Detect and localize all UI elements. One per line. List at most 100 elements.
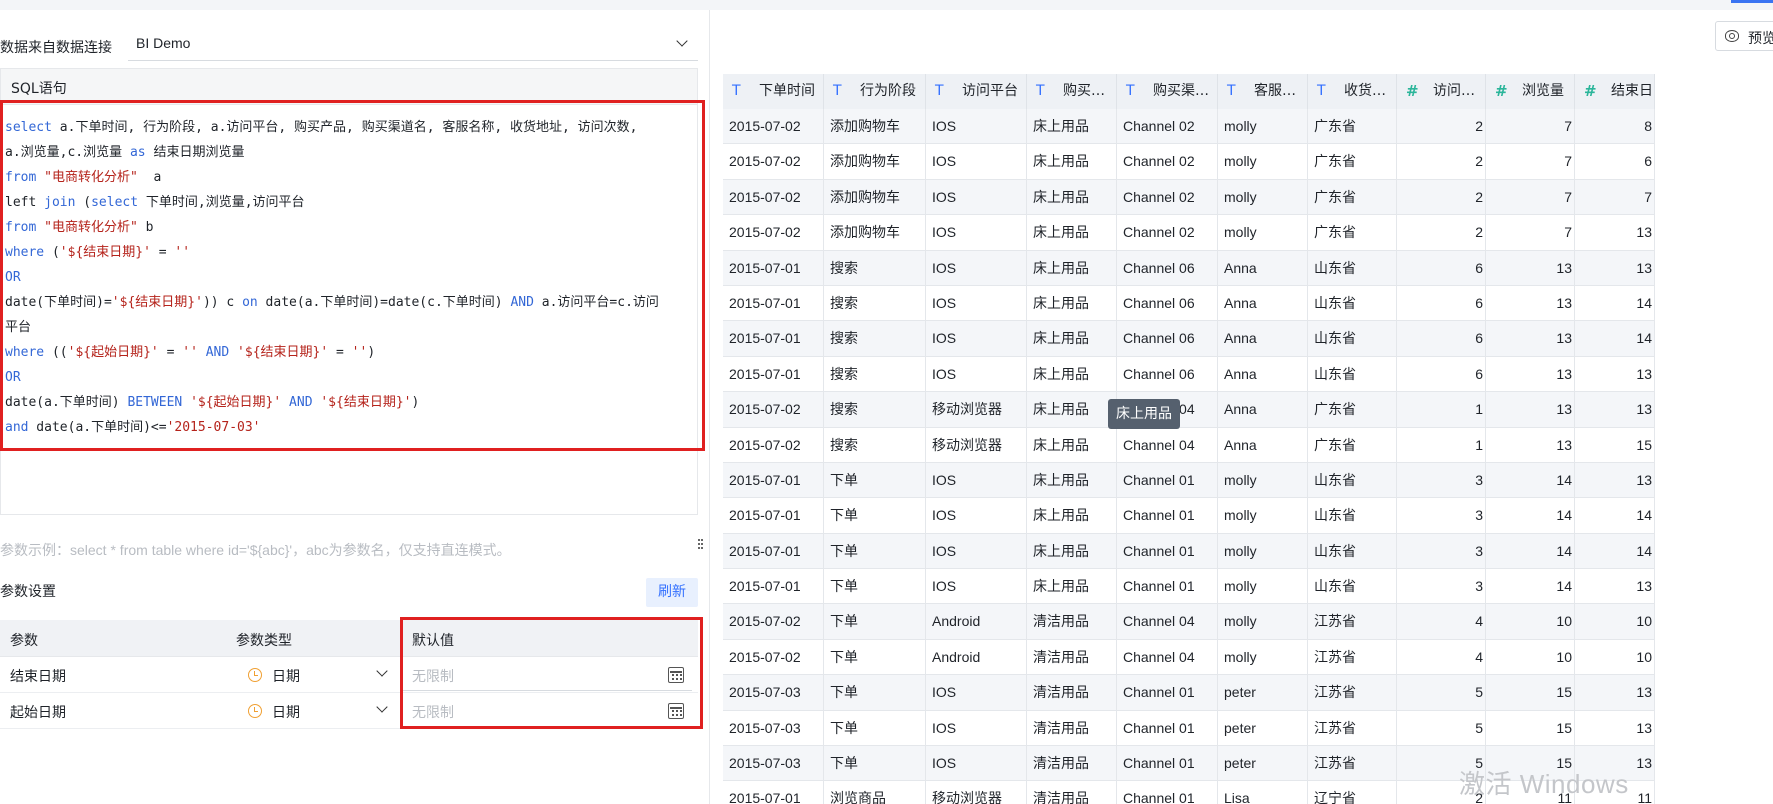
table-cell[interactable]: 2015-07-02 [723, 639, 824, 676]
table-cell[interactable]: 床上用品 [1027, 533, 1117, 570]
table-cell[interactable]: 2015-07-03 [723, 746, 824, 782]
table-cell[interactable]: 2015-07-01 [723, 321, 824, 357]
default-value-date-input[interactable]: 无限制 [402, 695, 692, 727]
column-header[interactable]: T 购买渠… [1117, 74, 1218, 109]
table-row[interactable]: 2015-07-01 下单 IOS 床上用品 Channel 01 molly 山东省 3 14… [723, 498, 1655, 534]
table-cell[interactable]: 3 [1397, 533, 1486, 570]
table-cell[interactable]: 下单 [824, 710, 926, 747]
table-cell[interactable]: 搜索 [824, 285, 926, 322]
table-cell[interactable]: molly [1218, 639, 1308, 676]
table-cell[interactable]: 移动浏览器 [926, 427, 1027, 463]
column-header[interactable]: T 客服… [1218, 74, 1308, 109]
table-cell[interactable]: 移动浏览器 [926, 781, 1027, 804]
table-cell[interactable]: 2 [1397, 215, 1486, 251]
table-cell[interactable]: 下单 [824, 604, 926, 640]
table-cell[interactable]: 广东省 [1308, 215, 1397, 251]
table-cell[interactable]: 添加购物车 [824, 215, 926, 251]
table-row[interactable]: 2015-07-02 添加购物车 IOS 床上用品 Channel 02 molly 广东省… [723, 109, 1655, 145]
table-cell[interactable]: Channel 01 [1117, 498, 1218, 534]
table-row[interactable]: 2015-07-02 添加购物车 IOS 床上用品 Channel 02 molly 广东省… [723, 179, 1655, 216]
refresh-button[interactable]: 刷新 [646, 578, 698, 607]
table-cell[interactable]: 2 [1397, 109, 1486, 145]
table-cell[interactable]: 浏览商品 [824, 781, 926, 804]
table-cell[interactable]: 10 [1575, 639, 1655, 676]
table-cell[interactable]: Channel 04 [1117, 604, 1218, 640]
table-cell[interactable]: 3 [1397, 569, 1486, 605]
table-cell[interactable]: molly [1218, 215, 1308, 251]
table-cell[interactable]: Channel 04 [1117, 427, 1218, 463]
table-cell[interactable]: 山东省 [1308, 321, 1397, 357]
table-cell[interactable]: molly [1218, 604, 1308, 640]
table-cell[interactable]: 13 [1486, 321, 1575, 357]
table-cell[interactable]: IOS [926, 746, 1027, 782]
table-cell[interactable]: 添加购物车 [824, 109, 926, 145]
table-cell[interactable]: 下单 [824, 675, 926, 711]
table-cell[interactable]: IOS [926, 321, 1027, 357]
table-cell[interactable]: 江苏省 [1308, 604, 1397, 640]
table-cell[interactable]: Anna [1218, 250, 1308, 286]
table-cell[interactable]: Lisa [1218, 781, 1308, 804]
table-cell[interactable]: 添加购物车 [824, 144, 926, 180]
table-cell[interactable]: 6 [1397, 356, 1486, 393]
table-cell[interactable]: Channel 02 [1117, 215, 1218, 251]
top-button-stub[interactable] [1731, 0, 1773, 3]
table-cell[interactable]: 13 [1575, 569, 1655, 605]
column-header[interactable]: # 浏览量 [1486, 74, 1575, 109]
table-cell[interactable]: 13 [1486, 356, 1575, 393]
table-cell[interactable]: 山东省 [1308, 250, 1397, 286]
table-cell[interactable]: 江苏省 [1308, 675, 1397, 711]
table-cell[interactable]: 2015-07-01 [723, 285, 824, 322]
table-cell[interactable]: 2015-07-02 [723, 144, 824, 180]
table-cell[interactable]: 2015-07-02 [723, 427, 824, 463]
table-cell[interactable]: 下单 [824, 462, 926, 499]
table-row[interactable]: 2015-07-02 添加购物车 IOS 床上用品 Channel 02 molly 广东省… [723, 144, 1655, 180]
table-cell[interactable]: 搜索 [824, 392, 926, 428]
table-cell[interactable]: Android [926, 604, 1027, 640]
table-cell[interactable]: Channel 06 [1117, 321, 1218, 357]
table-row[interactable]: 2015-07-02搜索移动浏览器床上用品Channel 04Anna广东省11… [723, 427, 1655, 463]
table-cell[interactable]: 搜索 [824, 427, 926, 463]
table-cell[interactable]: 6 [1397, 321, 1486, 357]
table-cell[interactable]: 搜索 [824, 250, 926, 286]
table-cell[interactable]: Channel 01 [1117, 710, 1218, 747]
table-cell[interactable]: 13 [1575, 710, 1655, 747]
table-cell[interactable]: Channel 01 [1117, 533, 1218, 570]
table-cell[interactable]: 2015-07-01 [723, 250, 824, 286]
table-cell[interactable]: 8 [1575, 109, 1655, 145]
table-cell[interactable]: 清洁用品 [1027, 675, 1117, 711]
calendar-icon[interactable] [668, 667, 684, 683]
table-cell[interactable]: 13 [1575, 356, 1655, 393]
table-cell[interactable]: IOS [926, 179, 1027, 216]
param-type-value[interactable]: 日期 [272, 666, 300, 686]
table-cell[interactable]: Channel 01 [1117, 746, 1218, 782]
table-cell[interactable]: 广东省 [1308, 392, 1397, 428]
table-cell[interactable]: 山东省 [1308, 356, 1397, 393]
table-cell[interactable]: peter [1218, 675, 1308, 711]
table-cell[interactable]: Channel 06 [1117, 356, 1218, 393]
table-cell[interactable]: 13 [1575, 215, 1655, 251]
table-cell[interactable]: molly [1218, 179, 1308, 216]
table-cell[interactable]: 2 [1397, 144, 1486, 180]
table-cell[interactable]: 13 [1575, 250, 1655, 286]
data-source-select[interactable]: BI Demo [128, 29, 698, 61]
table-row[interactable]: 2015-07-01 搜索 IOS 床上用品 Channel 06 Anna 山东省 6 13 1… [723, 356, 1655, 393]
table-cell[interactable]: 移动浏览器 [926, 392, 1027, 428]
table-cell[interactable]: 下单 [824, 569, 926, 605]
table-cell[interactable]: 清洁用品 [1027, 746, 1117, 782]
table-cell[interactable]: Android [926, 639, 1027, 676]
table-cell[interactable]: 13 [1575, 392, 1655, 428]
table-cell[interactable]: 14 [1575, 498, 1655, 534]
table-cell[interactable]: 2015-07-02 [723, 109, 824, 145]
table-cell[interactable]: 1 [1397, 427, 1486, 463]
table-row[interactable]: 2015-07-01 搜索 IOS 床上用品 Channel 06 Anna 山东省 6 13 1… [723, 285, 1655, 322]
column-header[interactable]: T 收货… [1308, 74, 1397, 109]
column-header[interactable]: T 下单时间 [723, 74, 824, 109]
table-cell[interactable]: 15 [1575, 427, 1655, 463]
table-cell[interactable]: 床上用品 [1027, 427, 1117, 463]
table-cell[interactable]: 清洁用品 [1027, 710, 1117, 747]
table-cell[interactable]: 6 [1397, 285, 1486, 322]
table-cell[interactable]: 2015-07-01 [723, 533, 824, 570]
table-row[interactable]: 2015-07-01 下单 IOS 床上用品 Channel 01 molly 山东省 3 14… [723, 533, 1655, 570]
table-cell[interactable]: IOS [926, 498, 1027, 534]
table-cell[interactable]: 江苏省 [1308, 746, 1397, 782]
